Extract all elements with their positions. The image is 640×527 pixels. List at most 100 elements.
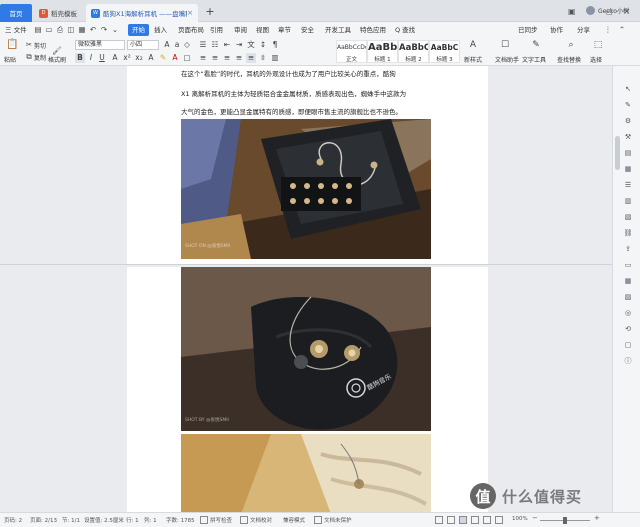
view-outline-icon[interactable] — [471, 516, 479, 524]
new-tab-icon[interactable]: + — [203, 5, 217, 19]
document-page-2[interactable]: 酷狗音乐 SHOT BY @张悦SMII — [127, 267, 488, 512]
paste-icon[interactable]: 📋 — [6, 40, 18, 50]
line-spacing-icon[interactable]: ⇳ — [258, 53, 268, 63]
zoom-level[interactable]: 100% — [512, 516, 528, 522]
style-normal[interactable]: AaBbCcDd 正文 — [336, 40, 367, 63]
zoom-out-icon[interactable]: − — [532, 514, 538, 522]
more-icon[interactable]: ⌄ — [110, 25, 120, 35]
outdent-icon[interactable]: ⇤ — [222, 40, 232, 50]
menu-references[interactable]: 引用 — [210, 24, 223, 36]
bold-icon[interactable]: B — [75, 53, 85, 63]
align-left-icon[interactable]: ≡ — [198, 53, 208, 63]
grow-font-icon[interactable]: A — [162, 40, 172, 50]
indent-icon[interactable]: ⇥ — [234, 40, 244, 50]
sidebar-gear-icon[interactable]: ⚙ — [623, 116, 633, 126]
cut-button[interactable]: 剪切 — [34, 41, 46, 50]
doc-assistant-icon[interactable]: ☐ — [500, 40, 510, 50]
spell-check-icon[interactable] — [200, 516, 208, 524]
menu-page-layout[interactable]: 页面布局 — [178, 24, 204, 36]
view-web-icon[interactable] — [483, 516, 491, 524]
layout-icon[interactable]: ▣ — [568, 3, 576, 19]
italic-icon[interactable]: I — [86, 53, 96, 63]
show-marks-icon[interactable]: ¶ — [270, 40, 280, 50]
menu-insert[interactable]: 插入 — [154, 24, 167, 36]
zoom-slider-knob[interactable] — [563, 517, 567, 524]
subscript-icon[interactable]: x₂ — [134, 53, 144, 63]
sidebar-table-icon[interactable]: ▦ — [623, 164, 633, 174]
find-replace-button[interactable]: 查找替换 — [557, 55, 581, 64]
sidebar-ai-icon[interactable]: ◎ — [623, 308, 633, 318]
sidebar-wrench-icon[interactable]: ⚒ — [623, 132, 633, 142]
select-button[interactable]: 选择 — [590, 55, 602, 64]
cut-icon[interactable]: ✂ — [24, 40, 34, 50]
menu-features[interactable]: 特色应用 — [360, 24, 386, 36]
numbering-icon[interactable]: ☷ — [210, 40, 220, 50]
zoom-in-icon[interactable]: + — [594, 514, 600, 522]
text-tools-button[interactable]: 文字工具 — [522, 55, 546, 64]
text-tools-icon[interactable]: ✎ — [531, 40, 541, 50]
sidebar-comment-icon[interactable]: ▭ — [623, 260, 633, 270]
undo-icon[interactable]: ↶ — [88, 25, 98, 35]
bullets-icon[interactable]: ☰ — [198, 40, 208, 50]
document-page-1[interactable]: 在这个“看脸”的时代，耳机的外观设计也成为了用户比较关心的重点，酷狗 X1 离解… — [127, 66, 488, 264]
char-border-icon[interactable]: ▢ — [182, 53, 192, 63]
font-name-select[interactable]: 微软雅黑 — [75, 40, 125, 50]
preview-icon[interactable]: ◫ — [66, 25, 76, 35]
vertical-scrollbar[interactable] — [615, 136, 620, 170]
paste-label[interactable]: 粘贴 — [4, 55, 16, 64]
align-right-icon[interactable]: ≡ — [222, 53, 232, 63]
maximize-icon[interactable]: □ — [606, 4, 613, 20]
sidebar-cursor-icon[interactable]: ↖ — [623, 84, 633, 94]
menu-dev-tools[interactable]: 开发工具 — [325, 24, 351, 36]
doc-protect-status[interactable]: 文档未保护 — [324, 516, 352, 524]
export-icon[interactable]: ▦ — [77, 25, 87, 35]
menu-chapter[interactable]: 章节 — [278, 24, 291, 36]
sort-icon[interactable]: ↕ — [258, 40, 268, 50]
collapse-ribbon-icon[interactable]: ⌃ — [617, 25, 627, 35]
doc-proof-button[interactable]: 文档校对 — [250, 516, 272, 524]
view-read-icon[interactable] — [447, 516, 455, 524]
close-tab-icon[interactable]: × — [187, 9, 193, 17]
sidebar-chart-icon[interactable]: ▥ — [623, 196, 633, 206]
font-size-select[interactable]: 小四 — [127, 40, 159, 50]
status-word-count[interactable]: 字数: 1785 — [166, 516, 195, 524]
status-pages[interactable]: 页面: 2/13 — [30, 516, 57, 524]
strikethrough-icon[interactable]: A — [110, 53, 120, 63]
tab-home[interactable]: 首页 — [0, 4, 32, 22]
superscript-icon[interactable]: x² — [122, 53, 132, 63]
underline-icon[interactable]: U — [97, 53, 107, 63]
status-page-number[interactable]: 页码: 2 — [4, 516, 22, 524]
menu-security[interactable]: 安全 — [301, 24, 314, 36]
copy-icon[interactable]: ⧉ — [24, 52, 34, 62]
sidebar-image-icon[interactable]: ▨ — [623, 292, 633, 302]
doc-assistant-button[interactable]: 文档助手 — [495, 55, 519, 64]
menu-review[interactable]: 审阅 — [234, 24, 247, 36]
menu-home[interactable]: 开始 — [128, 24, 149, 36]
style-heading-2[interactable]: AaBbC 标题 2 — [398, 40, 429, 63]
align-center-icon[interactable]: ≡ — [210, 53, 220, 63]
open-icon[interactable]: ▭ — [44, 25, 54, 35]
select-icon[interactable]: ⬚ — [593, 40, 603, 50]
sidebar-template-icon[interactable]: ▧ — [623, 212, 633, 222]
sidebar-share-icon[interactable]: ⇪ — [623, 244, 633, 254]
sidebar-link-icon[interactable]: ⛓ — [623, 228, 633, 238]
shading-icon[interactable]: ▥ — [270, 53, 280, 63]
doc-proof-icon[interactable] — [240, 516, 248, 524]
view-eye-icon[interactable] — [435, 516, 443, 524]
earphone-box-photo[interactable]: SHOT ON @张悦SMII — [181, 119, 431, 259]
distributed-icon[interactable]: ≡ — [246, 53, 256, 63]
find-replace-icon[interactable]: ⌕ — [566, 40, 576, 50]
sidebar-grid-icon[interactable]: ▦ — [623, 276, 633, 286]
new-style-icon[interactable]: A — [468, 40, 478, 50]
clear-format-icon[interactable]: ◇ — [182, 40, 192, 50]
chinese-layout-icon[interactable]: 文 — [246, 40, 256, 50]
protect-icon[interactable] — [314, 516, 322, 524]
text-effect-icon[interactable]: A — [146, 53, 156, 63]
highlight-icon[interactable]: ✎ — [158, 53, 168, 63]
style-heading-1[interactable]: AaBb 标题 1 — [367, 40, 398, 63]
earphone-pouch-photo[interactable]: 酷狗音乐 SHOT BY @张悦SMII — [181, 267, 431, 431]
collaborate-button[interactable]: 协作 — [550, 24, 563, 36]
sidebar-history-icon[interactable]: ⟲ — [623, 324, 633, 334]
view-globe-icon[interactable] — [495, 516, 503, 524]
format-painter-button[interactable]: 格式刷 — [48, 55, 66, 64]
